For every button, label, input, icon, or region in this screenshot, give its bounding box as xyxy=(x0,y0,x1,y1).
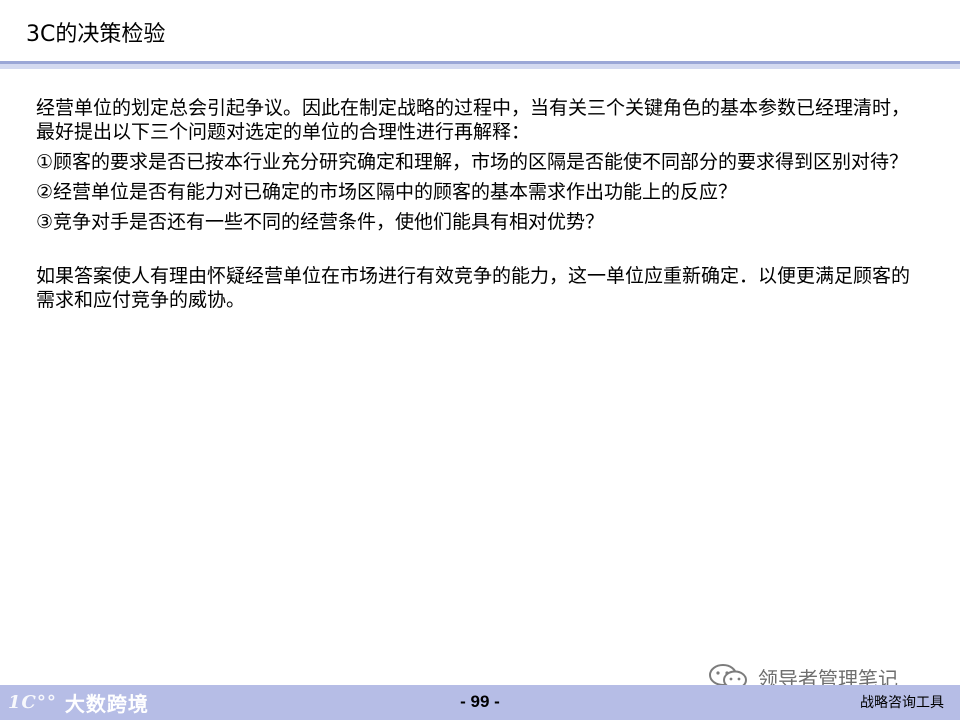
slide: 3C的决策检验 经营单位的划定总会引起争议。因此在制定战略的过程中，当有关三个关… xyxy=(0,0,960,720)
question-1: ①顾客的要求是否已按本行业充分研究确定和理解，市场的区隔是否能使不同部分的要求得… xyxy=(36,151,909,173)
footer-band: 1C°° 大数跨境 - 99 - 战略咨询工具 xyxy=(0,685,960,720)
intro-paragraph: 经营单位的划定总会引起争议。因此在制定战略的过程中，当有关三个关键角色的基本参数… xyxy=(36,97,911,143)
conclusion-paragraph: 如果答案使人有理由怀疑经营单位在市场进行有效竞争的能力，这一单位应重新确定．以便… xyxy=(36,265,911,311)
body-text: 经营单位的划定总会引起争议。因此在制定战略的过程中，当有关三个关键角色的基本参数… xyxy=(36,96,916,318)
title-rule-shadow xyxy=(0,64,960,69)
slide-title: 3C的决策检验 xyxy=(26,22,166,47)
question-2: ②经营单位是否有能力对已确定的市场区隔中的顾客的基本需求作出功能上的反应？ xyxy=(36,181,738,203)
footer-section-label: 战略咨询工具 xyxy=(860,695,944,711)
question-3: ③竞争对手是否还有一些不同的经营条件，使他们能具有相对优势？ xyxy=(36,211,605,233)
page-number: - 99 - xyxy=(460,692,500,711)
